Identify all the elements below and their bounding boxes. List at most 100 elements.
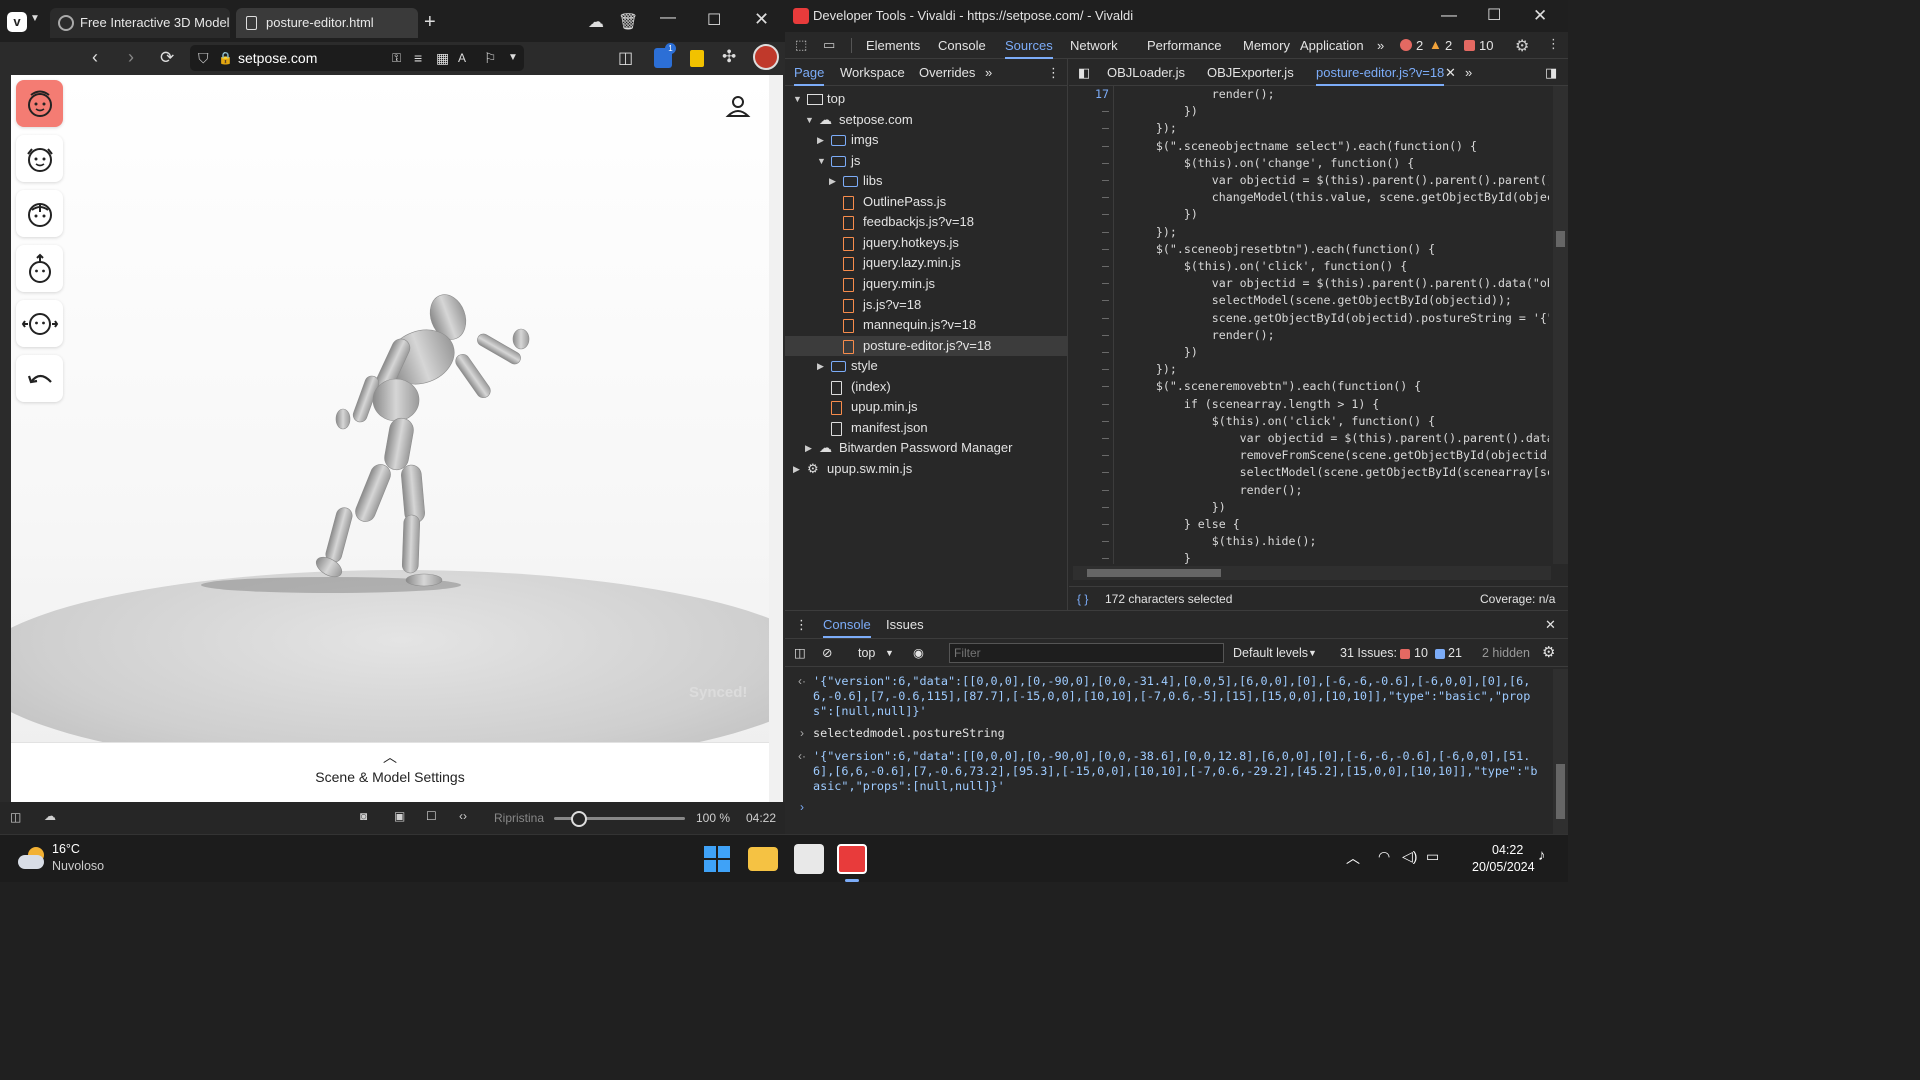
window-icon[interactable]: ☐: [426, 809, 437, 823]
back-icon[interactable]: ‹: [92, 47, 98, 68]
undo-button[interactable]: [16, 355, 63, 402]
line-number[interactable]: –: [1069, 533, 1109, 550]
capture-icon[interactable]: ◙: [360, 809, 367, 823]
tree-item[interactable]: ▶ ☁ Bitwarden Password Manager: [785, 438, 1068, 459]
context-selector[interactable]: top: [858, 639, 875, 667]
code-line[interactable]: – });: [1069, 361, 1549, 378]
tree-item[interactable]: ▶ ⚙ upup.sw.min.js: [785, 459, 1068, 480]
taskbar-time[interactable]: 04:22: [1492, 843, 1523, 857]
tree-item[interactable]: ▼ top: [785, 89, 1068, 110]
minimize-icon[interactable]: —: [660, 9, 676, 27]
drawer-tab-console[interactable]: Console: [823, 611, 871, 638]
extensions-icon[interactable]: ✣: [722, 47, 736, 67]
user-account-icon[interactable]: [725, 93, 751, 119]
clear-console-icon[interactable]: ⊘: [822, 639, 832, 667]
bookmark-icon[interactable]: ⚐: [484, 45, 497, 71]
move-sideways-tool-button[interactable]: [16, 300, 63, 347]
close-window-icon[interactable]: ✕: [1533, 0, 1547, 32]
issues-summary[interactable]: 31 Issues:: [1340, 639, 1397, 667]
live-expression-eye-icon[interactable]: ◉: [913, 639, 924, 667]
code-line[interactable]: – } else {: [1069, 516, 1549, 533]
panel-toggle-icon[interactable]: ◫: [618, 48, 633, 68]
console-scrollbar[interactable]: [1553, 669, 1568, 835]
line-number[interactable]: –: [1069, 292, 1109, 309]
close-window-icon[interactable]: ✕: [754, 9, 769, 30]
device-toolbar-icon[interactable]: ▭: [823, 37, 835, 53]
file-tab-posture-editor[interactable]: posture-editor.js?v=18: [1316, 59, 1445, 86]
file-tab-objloader[interactable]: OBJLoader.js: [1107, 59, 1185, 86]
code-line[interactable]: – $(".sceneobjresetbtn").each(function()…: [1069, 241, 1549, 258]
code-line[interactable]: – var objectid = $(this).parent().parent…: [1069, 275, 1549, 292]
line-number[interactable]: –: [1069, 499, 1109, 516]
wifi-icon[interactable]: ◠: [1378, 848, 1390, 865]
tab-posture-editor[interactable]: posture-editor.html: [236, 8, 418, 38]
image-icon[interactable]: ▣: [394, 809, 405, 823]
rotate-head-tool-button[interactable]: [16, 80, 63, 127]
expanded-arrow-icon[interactable]: ▼: [817, 151, 826, 172]
weather-temp[interactable]: 16°C: [52, 842, 80, 856]
toggle-navigator-icon[interactable]: ◧: [1078, 59, 1090, 86]
code-line[interactable]: – selectModel(scene.getObjectById(object…: [1069, 292, 1549, 309]
code-line[interactable]: – $(".sceneremovebtn").each(function() {: [1069, 378, 1549, 395]
scrollbar-thumb[interactable]: [1556, 764, 1565, 819]
zoom-slider-thumb[interactable]: [571, 811, 587, 827]
context-dropdown-icon[interactable]: ▼: [885, 639, 894, 667]
code-line[interactable]: – }): [1069, 344, 1549, 361]
pretty-print-icon[interactable]: { }: [1077, 587, 1088, 611]
line-number[interactable]: –: [1069, 396, 1109, 413]
code-line[interactable]: – scene.getObjectById(objectid).postureS…: [1069, 310, 1549, 327]
close-drawer-icon[interactable]: ✕: [1545, 611, 1556, 638]
tree-item[interactable]: jquery.lazy.min.js: [785, 253, 1068, 274]
tree-item[interactable]: jquery.min.js: [785, 274, 1068, 295]
collapsed-arrow-icon[interactable]: ▶: [817, 130, 824, 151]
tab-menu-chevron-icon[interactable]: ▼: [30, 13, 40, 24]
line-number[interactable]: –: [1069, 413, 1109, 430]
tab-setpose-home[interactable]: Free Interactive 3D Model fo: [50, 8, 230, 38]
mannequin-figure[interactable]: [11, 75, 783, 802]
scrollbar-thumb[interactable]: [1087, 569, 1221, 577]
prompt-icon[interactable]: ›: [800, 800, 804, 814]
expanded-arrow-icon[interactable]: ▼: [805, 110, 814, 131]
settings-gear-icon[interactable]: ⚙: [1515, 36, 1529, 56]
reader-icon[interactable]: ≡: [414, 45, 422, 71]
code-line[interactable]: – var objectid = $(this).parent().parent…: [1069, 430, 1549, 447]
key-icon[interactable]: ⚿: [392, 45, 401, 71]
line-number[interactable]: –: [1069, 224, 1109, 241]
microsoft-store-icon[interactable]: [794, 844, 824, 874]
line-number[interactable]: –: [1069, 206, 1109, 223]
qr-icon[interactable]: ▦: [436, 45, 449, 71]
tab-elements[interactable]: Elements: [866, 32, 920, 59]
line-number[interactable]: –: [1069, 189, 1109, 206]
translate-icon[interactable]: A: [458, 45, 466, 71]
taskbar-date[interactable]: 20/05/2024: [1472, 860, 1535, 874]
forward-icon[interactable]: ›: [128, 47, 134, 68]
line-number[interactable]: –: [1069, 155, 1109, 172]
code-lines[interactable]: 17 render(); – }) – }); – $(".sceneobjectna…: [1069, 86, 1549, 564]
inspect-icon[interactable]: ⬚: [795, 37, 807, 53]
code-line[interactable]: – changeModel(this.value, scene.getObjec…: [1069, 189, 1549, 206]
log-levels-dropdown[interactable]: Default levels: [1233, 639, 1308, 667]
tree-item[interactable]: ▶ style: [785, 356, 1068, 377]
sync-cloud-icon[interactable]: ☁: [44, 809, 56, 823]
collapsed-arrow-icon[interactable]: ▶: [805, 438, 812, 459]
chevron-up-icon[interactable]: ︿: [1346, 848, 1360, 868]
line-number[interactable]: –: [1069, 241, 1109, 258]
console-filter-input[interactable]: [949, 643, 1224, 663]
pose-editor-viewport[interactable]: Synced! ︿ Scene & Model Settings: [11, 75, 783, 802]
code-line[interactable]: – $(this).on('click', function() {: [1069, 413, 1549, 430]
code-line[interactable]: – }): [1069, 499, 1549, 516]
trash-icon[interactable]: 🗑: [618, 12, 638, 32]
dropdown-icon[interactable]: ▼: [508, 45, 518, 71]
weather-icon[interactable]: [18, 847, 46, 871]
expanded-arrow-icon[interactable]: ▼: [793, 89, 802, 110]
more-tabs-icon[interactable]: »: [1377, 32, 1384, 59]
line-number[interactable]: –: [1069, 516, 1109, 533]
tab-overrides[interactable]: Overrides: [919, 59, 975, 86]
scrollbar-thumb[interactable]: [1556, 231, 1565, 247]
line-number[interactable]: –: [1069, 120, 1109, 137]
line-number[interactable]: –: [1069, 344, 1109, 361]
tab-sources[interactable]: Sources: [1005, 32, 1053, 59]
line-number[interactable]: 17: [1069, 86, 1109, 103]
line-number[interactable]: –: [1069, 275, 1109, 292]
code-line[interactable]: – $(this).on('click', function() {: [1069, 258, 1549, 275]
